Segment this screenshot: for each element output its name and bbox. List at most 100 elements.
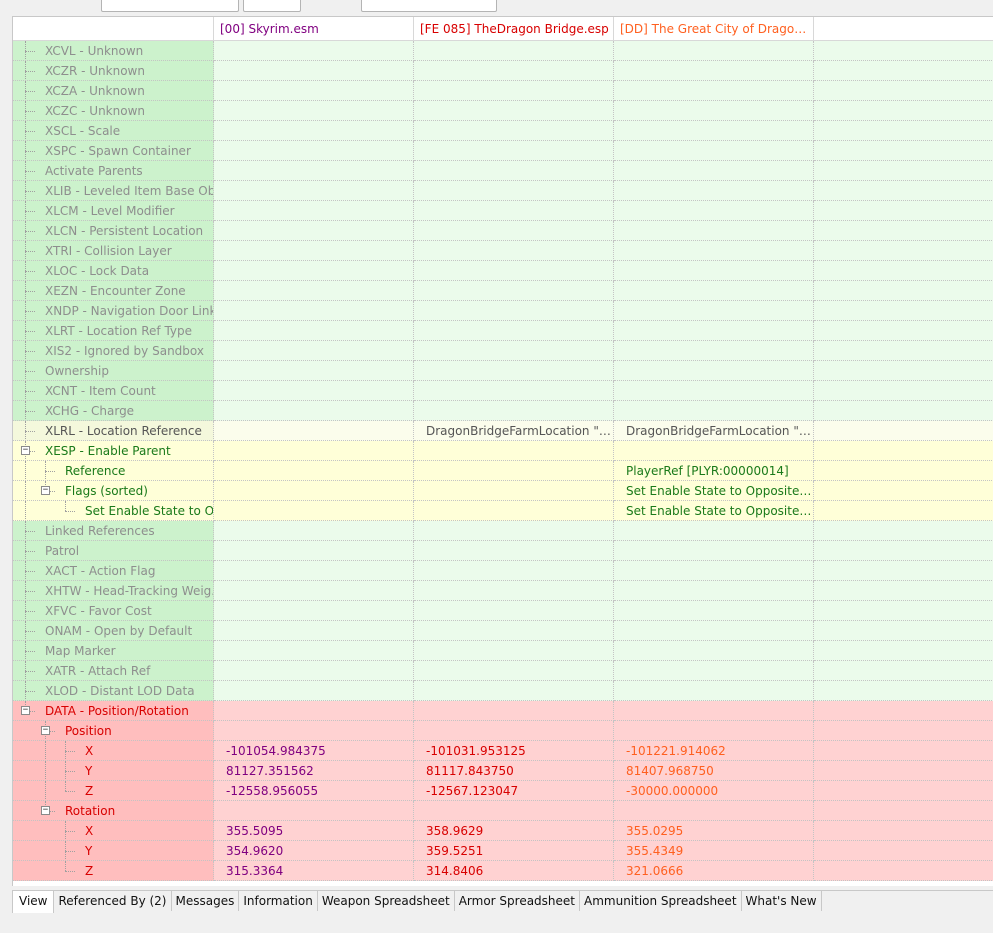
tree-node-cell[interactable]: XACT - Action Flag <box>13 561 214 581</box>
tree-row[interactable]: XLOC - Lock Data <box>13 261 993 281</box>
collapse-icon[interactable]: − <box>41 486 50 495</box>
value-cell[interactable] <box>214 421 414 441</box>
tree-row[interactable]: Y 81127.351562 81117.843750 81407.968750 <box>13 761 993 781</box>
tree-node-cell[interactable]: Z <box>13 861 214 881</box>
tree-node-cell[interactable]: XCHG - Charge <box>13 401 214 421</box>
value-cell[interactable] <box>214 461 414 481</box>
value-cell[interactable] <box>214 641 414 661</box>
tree-node-cell[interactable]: Ownership <box>13 361 214 381</box>
value-cell[interactable] <box>614 261 814 281</box>
tree-row[interactable]: Set Enable State to O... Set Enable State… <box>13 501 993 521</box>
tree-row[interactable]: XIS2 - Ignored by Sandbox <box>13 341 993 361</box>
value-cell[interactable] <box>414 241 614 261</box>
value-cell[interactable] <box>414 621 614 641</box>
value-cell[interactable] <box>214 681 414 701</box>
tree-node-cell[interactable]: XLOD - Distant LOD Data <box>13 681 214 701</box>
toolbar-button[interactable] <box>243 0 301 12</box>
tree-row[interactable]: X -101054.984375 -101031.953125 -101221.914… <box>13 741 993 761</box>
collapse-icon[interactable]: − <box>41 806 50 815</box>
tree-node-cell[interactable]: XNDP - Navigation Door Link <box>13 301 214 321</box>
tree-row[interactable]: XCZR - Unknown <box>13 61 993 81</box>
collapse-icon[interactable]: − <box>21 706 30 715</box>
value-cell[interactable] <box>214 121 414 141</box>
tree-row[interactable]: Map Marker <box>13 641 993 661</box>
value-cell[interactable] <box>214 341 414 361</box>
value-cell[interactable] <box>414 701 614 721</box>
value-cell[interactable]: 81117.843750 <box>414 761 614 781</box>
value-cell[interactable] <box>414 521 614 541</box>
value-cell[interactable] <box>214 721 414 741</box>
tab-information[interactable]: Information <box>239 891 318 911</box>
value-cell[interactable] <box>414 601 614 621</box>
tree-row[interactable]: XFVC - Favor Cost <box>13 601 993 621</box>
value-cell[interactable] <box>614 581 814 601</box>
value-cell[interactable] <box>214 361 414 381</box>
tab-weapon-spreadsheet[interactable]: Weapon Spreadsheet <box>317 891 455 911</box>
tree-row[interactable]: XACT - Action Flag <box>13 561 993 581</box>
tree-node-cell[interactable]: Y <box>13 841 214 861</box>
tree-row[interactable]: XLCM - Level Modifier <box>13 201 993 221</box>
column-header-great-city-esp[interactable]: [DD] The Great City of Dragon Bri... <box>614 17 814 41</box>
value-cell[interactable] <box>214 661 414 681</box>
value-cell[interactable] <box>414 441 614 461</box>
value-cell[interactable]: 315.3364 <box>214 861 414 881</box>
value-cell[interactable] <box>614 101 814 121</box>
tree-row[interactable]: XCVL - Unknown <box>13 41 993 61</box>
tree-node-cell[interactable]: − DATA - Position/Rotation <box>13 701 214 721</box>
value-cell[interactable] <box>414 461 614 481</box>
value-cell[interactable]: 358.9629 <box>414 821 614 841</box>
value-cell[interactable] <box>414 281 614 301</box>
value-cell[interactable] <box>414 541 614 561</box>
tree-node-cell[interactable]: XLIB - Leveled Item Base Obj... <box>13 181 214 201</box>
value-cell[interactable] <box>214 281 414 301</box>
value-cell[interactable]: -12567.123047 <box>414 781 614 801</box>
tree-node-cell[interactable]: − Flags (sorted) <box>13 481 214 501</box>
value-cell[interactable] <box>214 481 414 501</box>
value-cell[interactable] <box>614 301 814 321</box>
value-cell[interactable]: 314.8406 <box>414 861 614 881</box>
value-cell[interactable] <box>614 341 814 361</box>
tree-row[interactable]: Reference PlayerRef [PLYR:00000014] <box>13 461 993 481</box>
column-header-dragon-bridge-esp[interactable]: [FE 085] TheDragon Bridge.esp <box>414 17 614 41</box>
value-cell[interactable] <box>214 521 414 541</box>
value-cell[interactable] <box>214 201 414 221</box>
value-cell[interactable] <box>614 381 814 401</box>
value-cell[interactable] <box>414 661 614 681</box>
tree-row[interactable]: ONAM - Open by Default <box>13 621 993 641</box>
tree-row[interactable]: Y 354.9620 359.5251 355.4349 <box>13 841 993 861</box>
toolbar-field-1[interactable] <box>101 0 239 12</box>
value-cell[interactable] <box>214 801 414 821</box>
value-cell[interactable] <box>214 241 414 261</box>
value-cell[interactable] <box>414 801 614 821</box>
tree-node-cell[interactable]: XLCN - Persistent Location <box>13 221 214 241</box>
tree-node-cell[interactable]: XLRL - Location Reference <box>13 421 214 441</box>
tree-node-cell[interactable]: Linked References <box>13 521 214 541</box>
tree-row[interactable]: Linked References <box>13 521 993 541</box>
tree-row[interactable]: Z 315.3364 314.8406 321.0666 <box>13 861 993 881</box>
tree-row[interactable]: XCHG - Charge <box>13 401 993 421</box>
tree-row[interactable]: XLRT - Location Ref Type <box>13 321 993 341</box>
value-cell[interactable]: 321.0666 <box>614 861 814 881</box>
value-cell[interactable] <box>214 81 414 101</box>
value-cell[interactable] <box>614 321 814 341</box>
value-cell[interactable] <box>614 241 814 261</box>
tree-row[interactable]: XSCL - Scale <box>13 121 993 141</box>
value-cell[interactable] <box>214 441 414 461</box>
value-cell[interactable]: 81407.968750 <box>614 761 814 781</box>
value-cell[interactable] <box>414 101 614 121</box>
value-cell[interactable] <box>414 321 614 341</box>
tree-row[interactable]: Patrol <box>13 541 993 561</box>
value-cell[interactable] <box>414 61 614 81</box>
value-cell[interactable] <box>214 61 414 81</box>
value-cell[interactable]: -101031.953125 <box>414 741 614 761</box>
tree-row[interactable]: Activate Parents <box>13 161 993 181</box>
tree-row[interactable]: − XESP - Enable Parent <box>13 441 993 461</box>
tree-node-cell[interactable]: X <box>13 821 214 841</box>
value-cell[interactable] <box>414 361 614 381</box>
value-cell[interactable] <box>214 381 414 401</box>
value-cell[interactable]: DragonBridgeFarmLocation "Dra... <box>614 421 814 441</box>
tree-node-cell[interactable]: XCNT - Item Count <box>13 381 214 401</box>
tree-row[interactable]: XATR - Attach Ref <box>13 661 993 681</box>
value-cell[interactable]: -12558.956055 <box>214 781 414 801</box>
tree-row[interactable]: XLRL - Location Reference DragonBridgeFar… <box>13 421 993 441</box>
